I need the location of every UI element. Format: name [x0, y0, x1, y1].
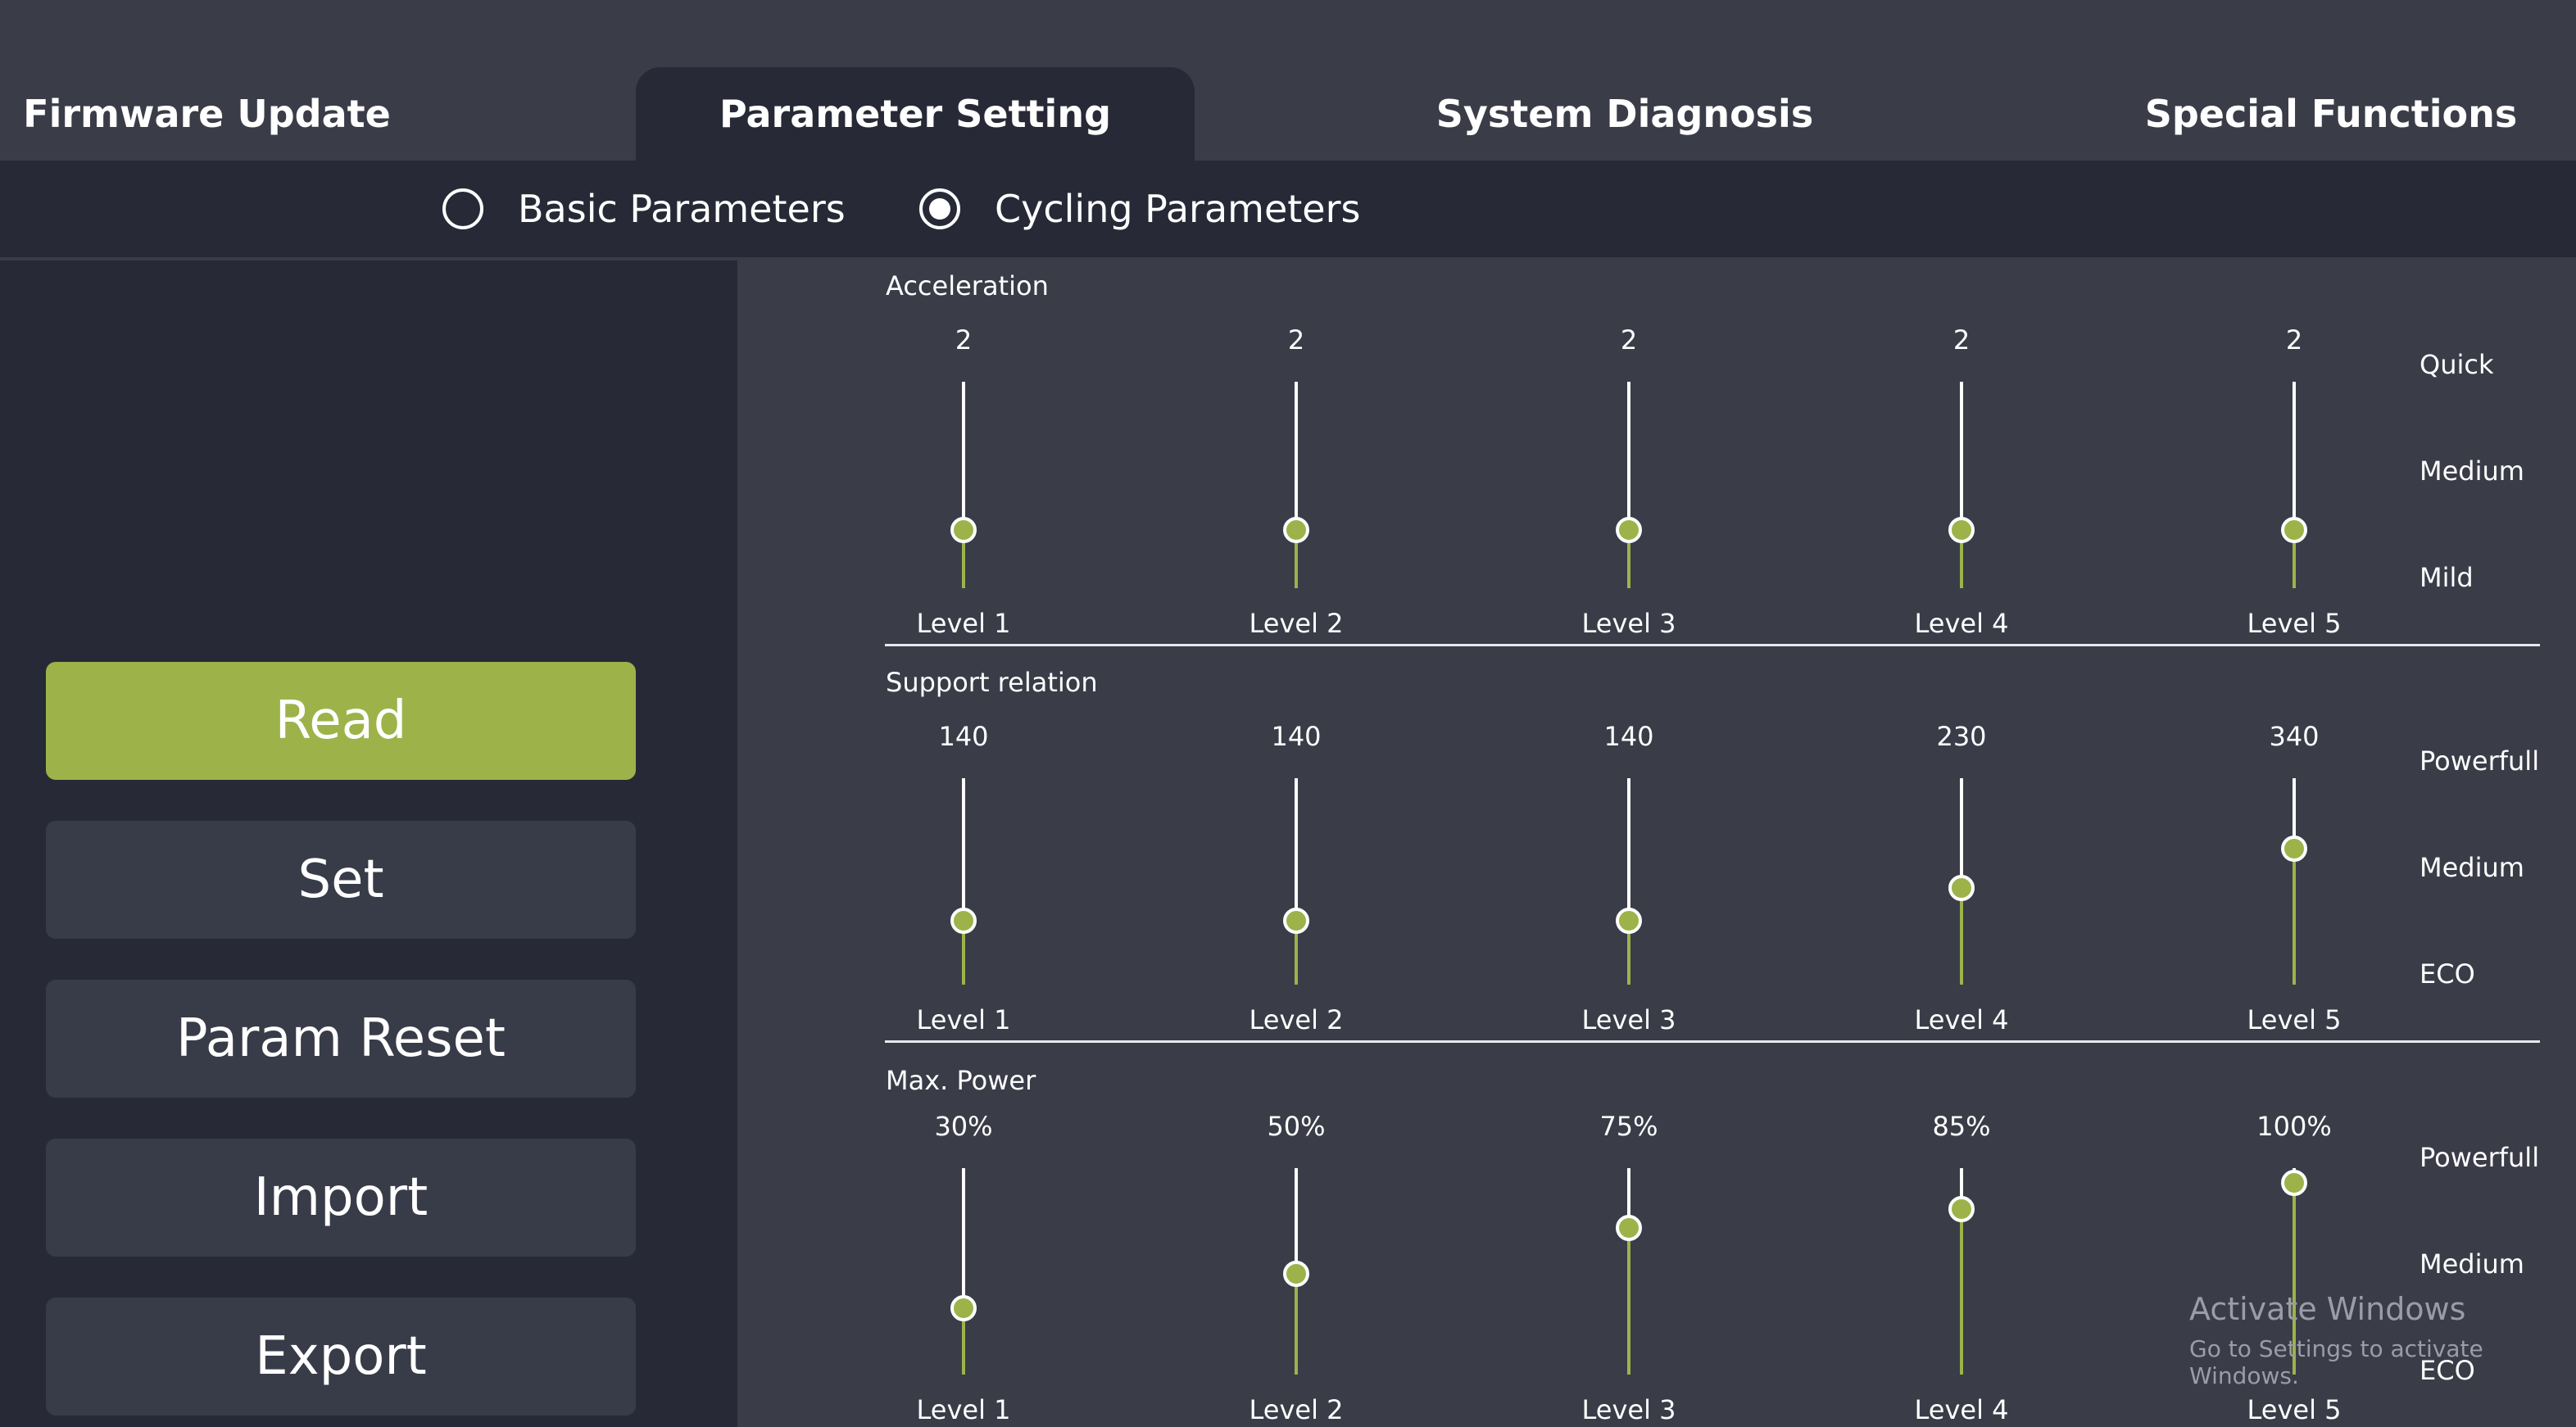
slider-track[interactable]	[2293, 382, 2296, 531]
read-button[interactable]: Read	[46, 662, 636, 780]
slider-level-label: Level 4	[1914, 1394, 2009, 1425]
slider-track[interactable]	[1960, 382, 1963, 531]
tab-system-diagnosis[interactable]: System Diagnosis	[1379, 67, 1871, 161]
slider-thumb[interactable]	[1283, 1260, 1309, 1287]
radio-unselected-icon[interactable]	[442, 188, 483, 229]
slider-value: 2	[1287, 324, 1305, 356]
slider-thumb[interactable]	[950, 907, 977, 934]
slider-level-label: Level 1	[916, 1004, 1011, 1035]
slider-value: 140	[938, 721, 989, 752]
slider-fill	[1960, 887, 1963, 985]
slider-value: 340	[2269, 721, 2320, 752]
slider-level-label: Level 2	[1249, 608, 1344, 639]
param-reset-button[interactable]: Param Reset	[46, 980, 636, 1098]
action-panel: Read Set Param Reset Import Export	[0, 260, 737, 1427]
slider-value: 50%	[1267, 1111, 1326, 1142]
slider-thumb[interactable]	[1283, 517, 1309, 544]
parameter-mode-bar: Basic Parameters Cycling Parameters	[0, 161, 2576, 257]
slider-value: 140	[1603, 721, 1654, 752]
slider-value: 85%	[1932, 1111, 1991, 1142]
radio-selected-icon[interactable]	[919, 188, 960, 229]
section-title: Support relation	[886, 667, 1098, 698]
basic-parameters-option[interactable]: Basic Parameters	[442, 161, 846, 257]
slider-value: 2	[1620, 324, 1638, 356]
slider-thumb[interactable]	[1948, 874, 1975, 901]
slider-level-label: Level 1	[916, 1394, 1011, 1425]
slider-level-label: Level 5	[2247, 1394, 2342, 1425]
slider-thumb[interactable]	[1616, 1215, 1642, 1242]
import-button[interactable]: Import	[46, 1139, 636, 1257]
slider-value: 2	[955, 324, 973, 356]
slider-thumb[interactable]	[2281, 835, 2307, 862]
slider-track[interactable]	[1295, 778, 1298, 921]
cycling-parameters-label: Cycling Parameters	[995, 187, 1361, 231]
slider-thumb[interactable]	[2281, 517, 2307, 544]
basic-parameters-label: Basic Parameters	[518, 187, 846, 231]
scale-label: Medium	[2420, 852, 2524, 883]
slider-track[interactable]	[1295, 382, 1298, 531]
tab-firmware-update[interactable]: Firmware Update	[0, 67, 414, 161]
slider-thumb[interactable]	[1948, 1196, 1975, 1223]
slider-value: 2	[2285, 324, 2303, 356]
activate-windows-subtitle: Go to Settings to activate Windows.	[2189, 1335, 2483, 1389]
slider-value: 230	[1936, 721, 1987, 752]
scale-label: Medium	[2420, 455, 2524, 487]
slider-value: 75%	[1599, 1111, 1658, 1142]
slider-level-label: Level 3	[1581, 1394, 1676, 1425]
slider-level-label: Level 2	[1249, 1394, 1344, 1425]
activate-windows-title: Activate Windows	[2189, 1291, 2466, 1327]
slider-fill	[1295, 1273, 1298, 1375]
slider-thumb[interactable]	[1948, 517, 1975, 544]
slider-track[interactable]	[962, 778, 965, 921]
slider-track[interactable]	[1960, 778, 1963, 888]
slider-fill	[1627, 1228, 1630, 1375]
section-title: Acceleration	[886, 270, 1049, 301]
slider-level-label: Level 5	[2247, 1004, 2342, 1035]
scale-label: Mild	[2420, 562, 2474, 593]
slider-track[interactable]	[962, 1168, 965, 1309]
slider-level-label: Level 3	[1581, 608, 1676, 639]
slider-value: 2	[1952, 324, 1971, 356]
slider-track[interactable]	[962, 382, 965, 531]
scale-label: Powerfull	[2420, 745, 2540, 777]
tab-parameter-setting[interactable]: Parameter Setting	[636, 67, 1195, 161]
scale-label: Quick	[2420, 349, 2494, 380]
slider-track[interactable]	[1627, 382, 1630, 531]
section-title: Max. Power	[886, 1065, 1036, 1096]
slider-value: 140	[1271, 721, 1322, 752]
slider-fill	[1960, 1209, 1963, 1375]
tab-bar: Firmware Update Parameter Setting System…	[0, 0, 2576, 161]
scale-label: Powerfull	[2420, 1142, 2540, 1173]
slider-level-label: Level 3	[1581, 1004, 1676, 1035]
cycling-parameters-option[interactable]: Cycling Parameters	[919, 161, 1360, 257]
slider-thumb[interactable]	[2281, 1169, 2307, 1196]
tab-special-functions[interactable]: Special Functions	[2102, 67, 2560, 161]
section-divider	[885, 1040, 2540, 1043]
export-button[interactable]: Export	[46, 1298, 636, 1416]
slider-level-label: Level 4	[1914, 608, 2009, 639]
set-button[interactable]: Set	[46, 821, 636, 939]
slider-level-label: Level 2	[1249, 1004, 1344, 1035]
slider-level-label: Level 5	[2247, 608, 2342, 639]
section-divider	[885, 644, 2540, 646]
slider-thumb[interactable]	[950, 517, 977, 544]
slider-track[interactable]	[1295, 1168, 1298, 1274]
slider-thumb[interactable]	[950, 1295, 977, 1322]
slider-thumb[interactable]	[1283, 907, 1309, 934]
slider-level-label: Level 1	[916, 608, 1011, 639]
slider-thumb[interactable]	[1616, 907, 1642, 934]
slider-value: 100%	[2256, 1111, 2332, 1142]
slider-fill	[2293, 848, 2296, 985]
slider-level-label: Level 4	[1914, 1004, 2009, 1035]
slider-thumb[interactable]	[1616, 517, 1642, 544]
scale-label: ECO	[2420, 958, 2475, 990]
slider-value: 30%	[934, 1111, 993, 1142]
scale-label: Medium	[2420, 1248, 2524, 1280]
slider-track[interactable]	[1627, 778, 1630, 921]
